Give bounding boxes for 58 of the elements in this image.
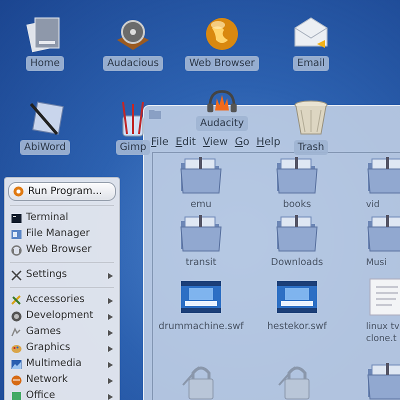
submenu-arrow-icon bbox=[108, 378, 113, 384]
menu-item[interactable]: Accessories bbox=[8, 292, 116, 308]
folder-icon[interactable] bbox=[275, 155, 319, 195]
icon-label[interactable]: Home bbox=[26, 56, 64, 71]
menu-item[interactable]: Network bbox=[8, 372, 116, 388]
menu-item[interactable]: Terminal bbox=[8, 210, 116, 226]
menu-item[interactable]: File Manager bbox=[8, 226, 116, 242]
file-label[interactable]: Musi bbox=[366, 257, 400, 269]
submenu-arrow-icon bbox=[108, 314, 113, 320]
menu-item[interactable]: File bbox=[151, 136, 169, 152]
menu-item[interactable]: Help bbox=[256, 136, 280, 152]
file-label[interactable]: transit bbox=[158, 257, 244, 269]
icon-label[interactable]: Gimp bbox=[116, 140, 150, 155]
run-program-button[interactable]: Run Program... bbox=[8, 182, 116, 201]
icon-label[interactable]: Audacity bbox=[196, 116, 248, 131]
file-label[interactable]: Downloads bbox=[254, 257, 340, 269]
accessories-icon bbox=[11, 294, 22, 306]
multimedia-icon bbox=[11, 358, 22, 370]
folder-icon[interactable] bbox=[366, 213, 400, 253]
menu-item[interactable]: Games bbox=[8, 324, 116, 340]
folder-icon[interactable] bbox=[366, 361, 400, 400]
terminal-icon bbox=[11, 212, 22, 224]
submenu-arrow-icon bbox=[108, 330, 113, 336]
menu-item[interactable]: Graphics bbox=[8, 340, 116, 356]
folder-icon[interactable] bbox=[179, 155, 223, 195]
menu-item[interactable]: Go bbox=[234, 136, 250, 152]
submenu-arrow-icon bbox=[108, 394, 113, 400]
menu-item[interactable]: Development bbox=[8, 308, 116, 324]
file-label[interactable]: vid bbox=[366, 199, 400, 211]
palette-icon bbox=[11, 342, 22, 354]
file-label[interactable]: linux tv clone.t bbox=[366, 321, 400, 345]
folder-icon[interactable] bbox=[366, 155, 400, 195]
icon-label[interactable]: Web Browser bbox=[185, 56, 259, 71]
submenu-arrow-icon bbox=[108, 346, 113, 352]
submenu-arrow-icon bbox=[108, 298, 113, 304]
folder-icon[interactable] bbox=[179, 213, 223, 253]
file-label[interactable]: hestekor.swf bbox=[254, 321, 340, 333]
menu-item[interactable]: View bbox=[202, 136, 228, 152]
icon-label[interactable]: Audacious bbox=[103, 56, 163, 71]
file-manager-icon bbox=[11, 228, 22, 240]
menu-item[interactable]: Web Browser bbox=[8, 242, 116, 258]
icon-label[interactable]: Email bbox=[293, 56, 329, 71]
folder-icon bbox=[149, 109, 161, 119]
submenu-arrow-icon bbox=[108, 362, 113, 368]
menu-item[interactable]: Settings bbox=[8, 267, 116, 283]
folder-icon[interactable] bbox=[275, 213, 319, 253]
submenu-arrow-icon bbox=[108, 272, 113, 279]
file-label[interactable]: books bbox=[254, 199, 340, 211]
menu-item[interactable]: Multimedia bbox=[8, 356, 116, 372]
file-label[interactable]: emu bbox=[158, 199, 244, 211]
menu-item[interactable]: Office bbox=[8, 388, 116, 400]
tools-icon bbox=[11, 270, 22, 280]
run-icon bbox=[13, 186, 24, 197]
gear-icon bbox=[11, 310, 22, 322]
icon-label[interactable]: AbiWord bbox=[20, 140, 70, 155]
menu-item[interactable]: Edit bbox=[176, 136, 196, 152]
icon-label[interactable]: Trash bbox=[294, 140, 328, 155]
file-label[interactable]: drummachine.swf bbox=[158, 321, 244, 333]
